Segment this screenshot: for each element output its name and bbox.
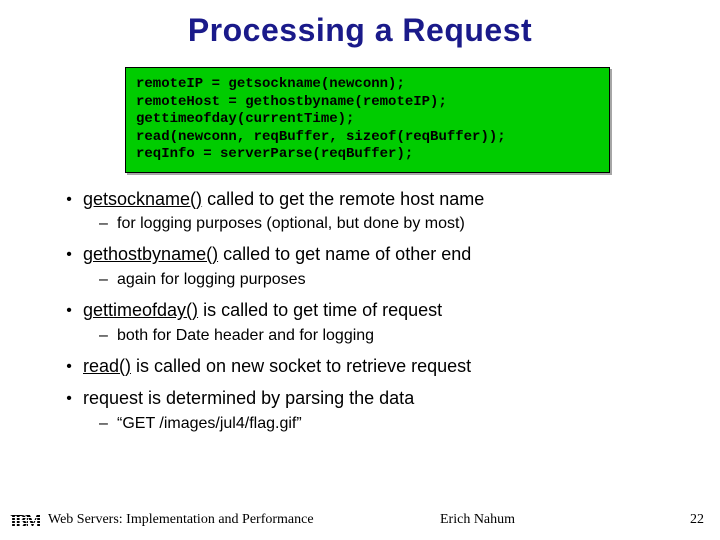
bullet-2: • gethostbyname() called to get name of … [55,242,680,266]
sub-dash: – [99,325,117,347]
slide-body: • getsockname() called to get the remote… [55,187,680,435]
bullet-4-func: read() [83,356,131,376]
bullet-3-rest: is called to get time of request [198,300,442,320]
sub-dash: – [99,269,117,291]
bullet-4-text: read() is called on new socket to retrie… [83,354,680,378]
sub-2: – again for logging purposes [99,269,680,291]
bullet-2-text: gethostbyname() called to get name of ot… [83,242,680,266]
sub-2-text: again for logging purposes [117,269,306,291]
bullet-3: • gettimeofday() is called to get time o… [55,298,680,322]
bullet-3-func: gettimeofday() [83,300,198,320]
sub-3: – both for Date header and for logging [99,325,680,347]
footer-left: Web Servers: Implementation and Performa… [48,512,314,528]
sub-3-text: both for Date header and for logging [117,325,374,347]
bullet-dot: • [55,187,83,211]
sub-1-text: for logging purposes (optional, but done… [117,213,465,235]
bullet-1-func: getsockname() [83,189,202,209]
bullet-2-rest: called to get name of other end [218,244,471,264]
sub-dash: – [99,213,117,235]
sub-dash: – [99,413,117,435]
bullet-1: • getsockname() called to get the remote… [55,187,680,211]
footer-author: Erich Nahum [440,512,515,528]
slide-title: Processing a Request [0,0,720,49]
bullet-dot: • [55,386,83,410]
code-listing: remoteIP = getsockname(newconn); remoteH… [136,76,599,164]
sub-5-text: “GET /images/jul4/flag.gif” [117,413,302,435]
sub-1: – for logging purposes (optional, but do… [99,213,680,235]
bullet-4: • read() is called on new socket to retr… [55,354,680,378]
bullet-5: • request is determined by parsing the d… [55,386,680,410]
ibm-logo: IBM [10,512,40,530]
bullet-5-text: request is determined by parsing the dat… [83,386,680,410]
bullet-4-rest: is called on new socket to retrieve requ… [131,356,471,376]
slide-number: 22 [690,512,704,528]
sub-5: – “GET /images/jul4/flag.gif” [99,413,680,435]
bullet-dot: • [55,242,83,266]
bullet-dot: • [55,298,83,322]
slide: Processing a Request remoteIP = getsockn… [0,0,720,540]
bullet-dot: • [55,354,83,378]
bullet-3-text: gettimeofday() is called to get time of … [83,298,680,322]
bullet-1-text: getsockname() called to get the remote h… [83,187,680,211]
bullet-1-rest: called to get the remote host name [202,189,484,209]
footer: IBM Web Servers: Implementation and Perf… [0,506,720,530]
bullet-2-func: gethostbyname() [83,244,218,264]
code-box: remoteIP = getsockname(newconn); remoteH… [125,67,610,173]
